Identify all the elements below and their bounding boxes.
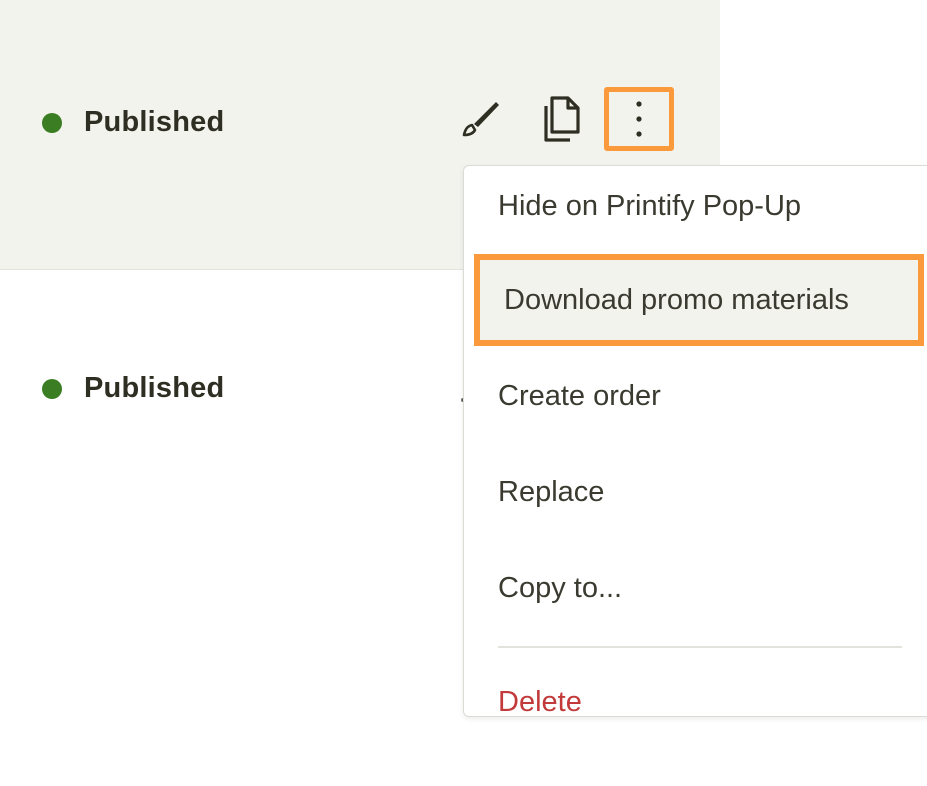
menu-item-delete[interactable]: Delete <box>464 654 927 717</box>
menu-item-copy-to[interactable]: Copy to... <box>464 540 927 636</box>
more-options-button[interactable] <box>604 87 674 151</box>
menu-item-create-order[interactable]: Create order <box>464 348 927 444</box>
duplicate-button[interactable] <box>530 88 590 150</box>
status-label: Published <box>84 372 225 404</box>
status-label: Published <box>84 106 225 138</box>
menu-item-replace[interactable]: Replace <box>464 444 927 540</box>
edit-button[interactable] <box>450 88 510 150</box>
menu-item-download-promo-materials[interactable]: Download promo materials <box>474 254 924 346</box>
vertical-ellipsis-icon <box>636 101 642 137</box>
status-indicator: Published <box>42 106 224 139</box>
status-indicator: Published <box>42 372 224 405</box>
more-options-menu: Hide on Printify Pop-Up Download promo m… <box>463 165 927 717</box>
pencil-icon <box>462 102 499 137</box>
status-dot <box>42 378 62 399</box>
menu-divider <box>498 646 902 648</box>
duplicate-icon <box>544 96 580 142</box>
menu-item-hide-on-popup[interactable]: Hide on Printify Pop-Up <box>464 166 927 254</box>
status-dot <box>42 112 62 133</box>
products-page: Published Published Hide on Printify Pop… <box>0 0 927 786</box>
row-actions <box>450 87 674 151</box>
